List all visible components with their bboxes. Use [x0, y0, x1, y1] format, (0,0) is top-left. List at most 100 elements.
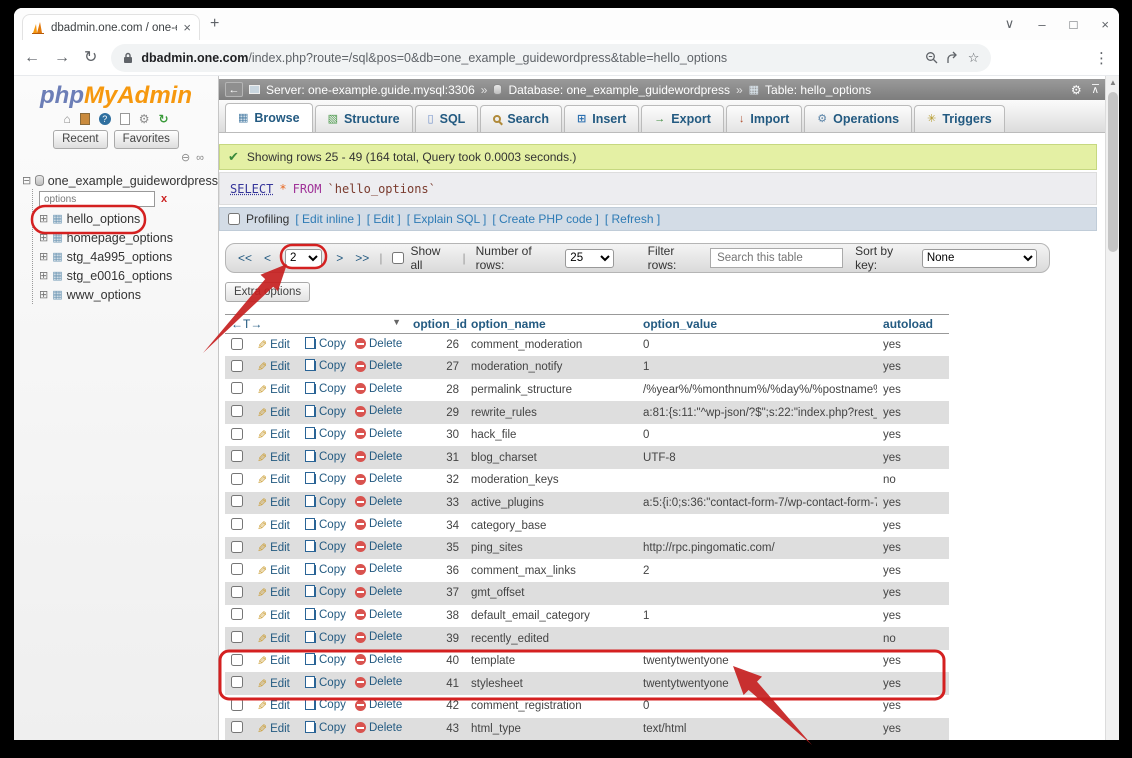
expand-box-icon[interactable]: ⊞: [39, 212, 48, 225]
col-header-option-name[interactable]: option_name: [465, 315, 637, 334]
copy-link[interactable]: Copy: [305, 677, 346, 689]
cell-edit[interactable]: ✎Edit: [251, 627, 299, 650]
cell-delete[interactable]: Delete: [349, 492, 407, 515]
help-icon[interactable]: ?: [99, 113, 111, 125]
delete-link[interactable]: Delete: [355, 496, 402, 508]
cell-checkbox[interactable]: [225, 446, 251, 469]
sidebar-item-label[interactable]: www_options: [67, 288, 141, 302]
row-checkbox[interactable]: [231, 654, 243, 666]
cell-delete[interactable]: Delete: [349, 627, 407, 650]
cell-checkbox[interactable]: [225, 650, 251, 673]
cell-delete[interactable]: Delete: [349, 356, 407, 379]
sidebar-item-label[interactable]: hello_options: [67, 212, 141, 226]
cell-checkbox[interactable]: [225, 424, 251, 447]
delete-link[interactable]: Delete: [355, 541, 402, 553]
unlink-icon[interactable]: ∞: [196, 153, 204, 164]
cell-edit[interactable]: ✎Edit: [251, 492, 299, 515]
cell-copy[interactable]: Copy: [299, 379, 349, 402]
row-checkbox[interactable]: [231, 450, 243, 462]
cell-delete[interactable]: Delete: [349, 379, 407, 402]
sidebar-item-label[interactable]: homepage_options: [67, 231, 173, 245]
tab-structure[interactable]: ▧Structure: [315, 105, 413, 132]
cell-checkbox[interactable]: [225, 401, 251, 424]
cell-delete[interactable]: Delete: [349, 650, 407, 673]
cell-edit[interactable]: ✎Edit: [251, 672, 299, 695]
cell-edit[interactable]: ✎Edit: [251, 446, 299, 469]
cell-delete[interactable]: Delete: [349, 424, 407, 447]
rows-per-page-select[interactable]: 25: [565, 249, 613, 268]
cell-delete[interactable]: Delete: [349, 582, 407, 605]
edit-link[interactable]: ✎Edit: [257, 406, 290, 420]
cell-copy[interactable]: Copy: [299, 469, 349, 492]
show-all-checkbox[interactable]: [392, 252, 404, 264]
tab-search[interactable]: Search: [480, 105, 562, 132]
row-checkbox[interactable]: [231, 541, 243, 553]
preferences-gear-icon[interactable]: ⚙: [1071, 83, 1082, 97]
row-checkbox[interactable]: [231, 382, 243, 394]
copy-link[interactable]: Copy: [305, 473, 346, 485]
first-page-link[interactable]: <<: [238, 251, 252, 265]
row-checkbox[interactable]: [231, 699, 243, 711]
sort-by-key-select[interactable]: None: [922, 249, 1037, 268]
copy-link[interactable]: Copy: [305, 383, 346, 395]
cell-edit[interactable]: ✎Edit: [251, 334, 299, 357]
home-icon[interactable]: ⌂: [63, 113, 70, 125]
refresh-link[interactable]: [ Refresh ]: [605, 212, 660, 226]
cell-copy[interactable]: Copy: [299, 514, 349, 537]
copy-link[interactable]: Copy: [305, 541, 346, 553]
delete-link[interactable]: Delete: [355, 383, 402, 395]
refresh-icon[interactable]: ↻: [158, 113, 168, 125]
cell-delete[interactable]: Delete: [349, 605, 407, 628]
delete-link[interactable]: Delete: [355, 428, 402, 440]
edit-link[interactable]: ✎Edit: [257, 473, 290, 487]
cell-copy[interactable]: Copy: [299, 627, 349, 650]
delete-link[interactable]: Delete: [355, 451, 402, 463]
col-header-option-id[interactable]: option_id: [407, 315, 465, 334]
copy-link[interactable]: Copy: [305, 496, 346, 508]
cell-edit[interactable]: ✎Edit: [251, 469, 299, 492]
row-checkbox[interactable]: [231, 608, 243, 620]
edit-inline-link[interactable]: [ Edit inline ]: [295, 212, 360, 226]
delete-link[interactable]: Delete: [355, 473, 402, 485]
edit-link[interactable]: ✎Edit: [257, 722, 290, 736]
tab-triggers[interactable]: ✳Triggers: [914, 105, 1005, 132]
sidebar-item-stg-e0016-options[interactable]: ⊞ ▦ stg_e0016_options: [39, 266, 218, 285]
back-icon[interactable]: ←: [24, 50, 40, 66]
cell-checkbox[interactable]: [225, 627, 251, 650]
collapse-all-icon[interactable]: ⊖: [181, 153, 190, 164]
expand-box-icon[interactable]: ⊞: [39, 288, 48, 301]
copy-link[interactable]: Copy: [305, 564, 346, 576]
cell-copy[interactable]: Copy: [299, 672, 349, 695]
delete-link[interactable]: Delete: [355, 518, 402, 530]
cell-delete[interactable]: Delete: [349, 401, 407, 424]
edit-link[interactable]: ✎Edit: [257, 699, 290, 713]
row-checkbox[interactable]: [231, 563, 243, 575]
recent-button[interactable]: Recent: [53, 130, 107, 149]
clear-filter-icon[interactable]: x: [161, 193, 167, 205]
row-checkbox[interactable]: [231, 518, 243, 530]
cell-checkbox[interactable]: [225, 605, 251, 628]
cell-edit[interactable]: ✎Edit: [251, 379, 299, 402]
edit-link[interactable]: ✎Edit: [257, 677, 290, 691]
cell-edit[interactable]: ✎Edit: [251, 537, 299, 560]
settings-icon[interactable]: ⚙: [139, 113, 150, 125]
delete-link[interactable]: Delete: [355, 699, 402, 711]
row-checkbox[interactable]: [231, 721, 243, 733]
edit-link[interactable]: ✎Edit: [257, 609, 290, 623]
cell-checkbox[interactable]: [225, 492, 251, 515]
expand-box-icon[interactable]: ⊞: [39, 269, 48, 282]
cell-delete[interactable]: Delete: [349, 334, 407, 357]
cell-edit[interactable]: ✎Edit: [251, 605, 299, 628]
new-tab-button[interactable]: +: [210, 15, 219, 33]
prev-page-link[interactable]: <: [264, 251, 271, 265]
cell-edit[interactable]: ✎Edit: [251, 650, 299, 673]
edit-link[interactable]: ✎Edit: [257, 428, 290, 442]
tab-insert[interactable]: ⊞Insert: [564, 105, 639, 132]
row-checkbox[interactable]: [231, 428, 243, 440]
edit-link[interactable]: ✎Edit: [257, 632, 290, 646]
edit-link[interactable]: ✎Edit: [257, 564, 290, 578]
cell-delete[interactable]: Delete: [349, 446, 407, 469]
edit-link[interactable]: ✎Edit: [257, 496, 290, 510]
address-bar[interactable]: dbadmin.one.com/index.php?route=/sql&pos…: [111, 44, 991, 72]
edit-link[interactable]: ✎Edit: [257, 360, 290, 374]
